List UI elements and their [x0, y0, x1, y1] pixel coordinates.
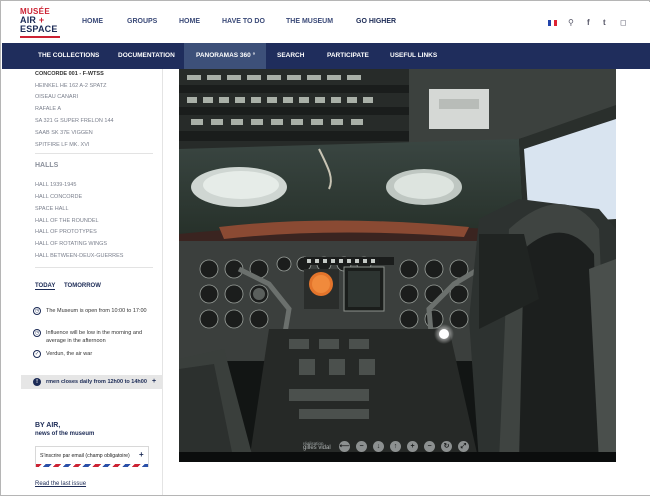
top-nav-go-higher[interactable]: GO HIGHER [356, 18, 396, 25]
nav-participate[interactable]: PARTICIPATE [327, 52, 369, 59]
plane-item-viggen[interactable]: SAAB SK 37E VIGGEN [35, 130, 93, 136]
pan-down-icon[interactable]: ↓ [373, 441, 384, 452]
top-nav-groups[interactable]: GROUPS [127, 18, 157, 25]
top-nav-the-museum[interactable]: THE MUSEUM [286, 18, 333, 25]
hall-item-between-wars[interactable]: HALL BETWEEN-DEUX-GUERRES [35, 253, 123, 259]
top-nav-home-2[interactable]: HOME [179, 18, 200, 25]
main-navigation: THE COLLECTIONS DOCUMENTATION PANORAMAS … [2, 43, 650, 69]
nav-useful-links[interactable]: USEFUL LINKS [390, 52, 437, 59]
nav-documentation[interactable]: DOCUMENTATION [118, 52, 175, 59]
clock-icon: ◷ [33, 329, 41, 337]
tab-tomorrow[interactable]: TOMORROW [64, 283, 101, 289]
expand-plus-icon[interactable]: + [152, 378, 156, 385]
tab-today[interactable]: TODAY [35, 283, 56, 290]
hall-item-1939-1945[interactable]: HALL 1939-1945 [35, 182, 76, 188]
panorama-viewer[interactable]: réalisation gilles vidal ⟵ − ↓ ↑ + − ↻ ⤢ [179, 69, 616, 462]
top-header: MUSÉE AIR + ESPACE HOME GROUPS HOME HAVE… [2, 2, 650, 43]
french-flag-icon[interactable] [548, 20, 557, 26]
halls-heading: HALLS [35, 162, 59, 169]
left-sidebar: CONCORDE 001 - F-WTSS HEINKEL HE 162 A-2… [21, 69, 163, 495]
nav-the-collections[interactable]: THE COLLECTIONS [38, 52, 99, 59]
alert-icon: ! [33, 378, 41, 386]
plane-item-heinkel[interactable]: HEINKEL HE 162 A-2 SPATZ [35, 83, 106, 89]
zoom-in-icon[interactable]: + [407, 441, 418, 452]
plane-item-super-frelon[interactable]: SA 321 G SUPER FRELON 144 [35, 118, 114, 124]
logo-underline [20, 36, 60, 38]
email-placeholder: S'inscrire par email (champ obligatoire) [40, 453, 130, 459]
last-issue-link[interactable]: Read the last issue [35, 481, 86, 487]
right-margin [616, 69, 650, 495]
ticker-text: rmen closes daily from 12h00 to 14h00 [46, 379, 147, 385]
clock-icon: ◷ [33, 307, 41, 315]
top-nav-have-to-do[interactable]: HAVE TO DO [222, 18, 265, 25]
plane-item-oiseau-canari[interactable]: OISEAU CANARI [35, 94, 78, 100]
hall-item-concorde[interactable]: HALL CONCORDE [35, 194, 82, 200]
autorotate-icon[interactable]: ↻ [441, 441, 452, 452]
divider [35, 267, 153, 268]
top-nav-home[interactable]: HOME [82, 18, 103, 25]
browser-frame: MUSÉE AIR + ESPACE HOME GROUPS HOME HAVE… [0, 0, 650, 496]
facebook-icon[interactable]: f [587, 18, 590, 28]
pan-left-icon[interactable]: ⟵ [339, 441, 350, 452]
plane-item-spitfire[interactable]: SPITFIRE LF MK. XVI [35, 142, 89, 148]
nav-panoramas-360[interactable]: PANORAMAS 360 ° [196, 52, 255, 59]
closing-ticker[interactable]: ! rmen closes daily from 12h00 to 14h00 … [21, 375, 163, 389]
search-icon[interactable]: ⚲ [568, 18, 574, 28]
hall-item-roundel[interactable]: HALL OF THE ROUNDEL [35, 218, 99, 224]
cockpit-panorama-image[interactable] [179, 69, 616, 462]
logo-line-3: ESPACE [20, 24, 58, 34]
hall-item-prototypes[interactable]: HALL OF PROTOTYPES [35, 229, 97, 235]
subscribe-plus-button[interactable]: + [139, 450, 144, 459]
hall-item-space[interactable]: SPACE HALL [35, 206, 69, 212]
nav-search[interactable]: SEARCH [277, 52, 304, 59]
photo-credit: réalisation gilles vidal [303, 441, 331, 451]
check-icon: ✓ [33, 350, 41, 358]
hall-item-rotating-wings[interactable]: HALL OF ROTATING WINGS [35, 241, 107, 247]
plane-item-rafale[interactable]: RAFALE A [35, 106, 61, 112]
newsletter-email-input[interactable]: S'inscrire par email (champ obligatoire)… [35, 446, 149, 467]
pan-up-icon[interactable]: ↑ [390, 441, 401, 452]
zoom-out-icon[interactable]: − [356, 441, 367, 452]
instagram-icon[interactable]: ◻ [620, 18, 627, 28]
divider [35, 153, 153, 154]
newsletter-heading: BY AIR, news of the museum [35, 422, 95, 437]
fullscreen-icon[interactable]: ⤢ [458, 441, 469, 452]
museum-logo[interactable]: MUSÉE AIR + ESPACE [20, 8, 68, 40]
plane-item-concorde[interactable]: CONCORDE 001 - F-WTSS [35, 71, 104, 77]
twitter-icon[interactable]: t [603, 18, 606, 28]
minus-icon[interactable]: − [424, 441, 435, 452]
airmail-stripe [36, 464, 148, 467]
